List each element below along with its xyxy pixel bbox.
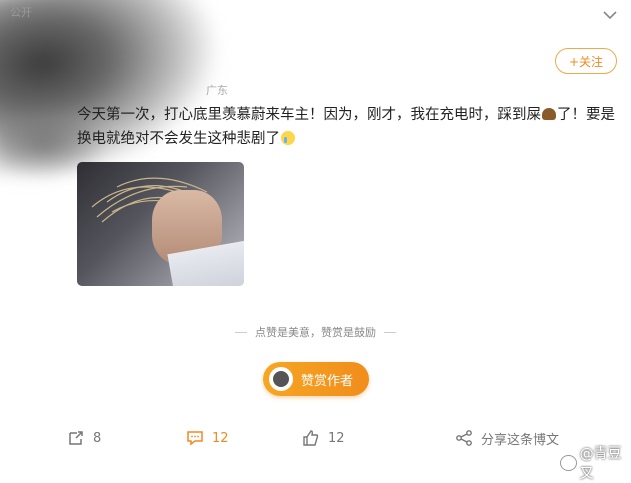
follow-button[interactable]: +关注 <box>555 48 617 74</box>
share-icon <box>456 430 472 446</box>
reward-caption: 点赞是美意，赞赏是鼓励 <box>255 326 376 339</box>
post-image[interactable] <box>77 162 244 286</box>
visibility-label: 公开 <box>10 6 32 19</box>
weibo-logo-icon <box>560 455 577 471</box>
repost-count: 8 <box>93 430 102 446</box>
post-location: 广东 <box>206 84 228 97</box>
repost-icon <box>69 431 83 445</box>
divider-right <box>384 331 396 333</box>
poop-emoji-icon <box>542 108 556 120</box>
reward-caption-row: 点赞是美意，赞赏是鼓励 <box>0 324 631 340</box>
comment-count: 12 <box>212 430 229 446</box>
repost-action[interactable]: 8 <box>67 428 101 448</box>
share-label: 分享这条博文 <box>481 432 560 448</box>
crying-emoji-icon <box>281 131 295 145</box>
watermark-text: @青豆叉 <box>579 446 622 482</box>
comment-action[interactable]: 12 <box>186 428 229 448</box>
like-count: 12 <box>328 430 345 446</box>
share-action[interactable]: 分享这条博文 <box>455 428 559 448</box>
author-avatar <box>269 367 293 391</box>
chevron-down-icon[interactable] <box>602 9 618 21</box>
thumbs-up-icon <box>303 430 319 446</box>
divider-left <box>235 331 247 333</box>
weibo-watermark: @青豆叉 <box>560 443 631 483</box>
comment-icon <box>187 431 203 446</box>
reward-author-button[interactable]: 赞赏作者 <box>263 362 369 396</box>
like-action[interactable]: 12 <box>302 428 345 448</box>
post-text-part1: 今天第一次，打心底里羡慕蔚来车主！因为，刚才，我在充电时，踩到屎 <box>77 107 541 123</box>
post-body: 今天第一次，打心底里羡慕蔚来车主！因为，刚才，我在充电时，踩到屎 了！要是换电就绝… <box>77 103 617 151</box>
reward-button-label: 赞赏作者 <box>301 373 354 389</box>
